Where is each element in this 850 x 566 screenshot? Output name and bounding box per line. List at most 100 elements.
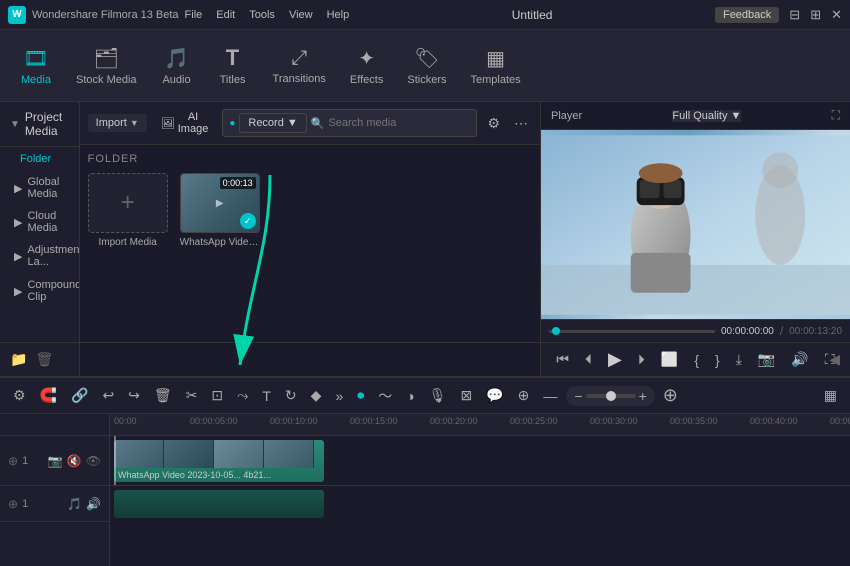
video-track-add-icon[interactable]: ⊕ — [8, 454, 18, 468]
timeline-area: ⚙ 🧲 🔗 ↩ ↪ 🗑 ✂ ⊡ ⤳ T ↻ ◆ » ⏺ 〜 ◑ 🎙 ⊠ 💬 ⊕ … — [0, 376, 850, 566]
global-media-label: Global Media — [27, 176, 68, 200]
audio-waveform-icon[interactable]: 〜 — [373, 384, 397, 408]
audio-track-volume-icon[interactable]: 🔊 — [86, 497, 101, 511]
app-title: Wondershare Filmora 13 Beta — [32, 9, 179, 21]
import-plus-icon: + — [121, 189, 135, 217]
record-button[interactable]: Record ▼ — [239, 113, 306, 133]
undo-icon[interactable]: ↩ — [97, 385, 119, 406]
left-panel: ▼ Project Media Folder ▶ Global Media ▶ … — [0, 102, 80, 376]
transition-timeline-icon[interactable]: ⊠ — [455, 385, 477, 406]
video-clip[interactable]: WhatsApp Video 2023-10-05... 4b21... — [114, 440, 324, 482]
timeline-tracks-right: 00:00 00:00:05:00 00:00:10:00 00:00:15:0… — [110, 414, 850, 566]
toolbar-templates[interactable]: ▦ Templates — [460, 40, 530, 92]
video-track-camera-icon[interactable]: 📷 — [48, 454, 63, 468]
quality-selector[interactable]: Full Quality ▼ — [672, 110, 741, 122]
crop-icon[interactable]: ⊡ — [206, 385, 228, 406]
audio-track-add-icon[interactable]: ⊕ — [8, 497, 18, 511]
toolbar-media-label: Media — [21, 74, 51, 86]
clip-label: WhatsApp Video 2023-10-05... 4b21... — [118, 470, 271, 480]
ai-image-button[interactable]: 🖼 AI Image — [153, 108, 217, 138]
toolbar-effects[interactable]: ✦ Effects — [340, 40, 393, 92]
zoom-in-icon[interactable]: + — [639, 388, 647, 404]
import-button[interactable]: Import ▼ — [88, 114, 147, 132]
ripple-icon[interactable]: ⤳ — [232, 385, 253, 406]
motion-icon[interactable]: ⊕ — [513, 385, 535, 406]
sidebar-item-folder[interactable]: Folder — [0, 147, 79, 171]
sidebar-item-global-media[interactable]: ▶ Global Media — [0, 171, 79, 205]
redo-icon[interactable]: ↪ — [123, 385, 145, 406]
search-input[interactable] — [328, 117, 470, 129]
sidebar-item-cloud-media[interactable]: ▶ Cloud Media — [0, 205, 79, 239]
toolbar-stickers[interactable]: 🏷 Stickers — [397, 40, 456, 92]
app-logo: W — [8, 6, 26, 24]
delete-icon[interactable]: 🗑 — [35, 351, 53, 368]
title-bar: W Wondershare Filmora 13 Beta File Edit … — [0, 0, 850, 30]
zoom-out-icon[interactable]: − — [574, 388, 582, 404]
ai-image-icon: 🖼 — [161, 117, 175, 130]
close-icon[interactable]: ✕ — [831, 7, 842, 23]
global-media-arrow-icon: ▶ — [14, 182, 22, 195]
split-icon[interactable]: ✂ — [181, 385, 203, 406]
minus-icon[interactable]: — — [538, 386, 562, 406]
magnetic-snap-icon[interactable]: 🧲 — [35, 385, 62, 406]
project-media-header[interactable]: ▼ Project Media — [0, 102, 79, 147]
timeline-track-labels: ⊕ 1 📷 🔇 👁 ⊕ 1 🎵 🔊 — [0, 414, 110, 566]
menu-tools[interactable]: Tools — [249, 9, 275, 21]
color-grading-icon[interactable]: ◑ — [401, 386, 419, 406]
text-tool-icon[interactable]: T — [257, 386, 276, 406]
sidebar-item-compound-clip[interactable]: ▶ Compound Clip ! — [0, 273, 79, 309]
zoom-control: − + — [566, 386, 654, 406]
expand-arrow-icon: ▼ — [10, 119, 20, 130]
playhead-slider[interactable] — [549, 330, 715, 333]
toolbar-media[interactable]: 🎞 Media — [10, 40, 62, 92]
subtitle-icon[interactable]: 💬 — [481, 385, 508, 406]
vr-scene — [541, 130, 850, 319]
title-bar-left: W Wondershare Filmora 13 Beta File Edit … — [8, 6, 349, 24]
clip-thumb-2 — [164, 440, 214, 468]
toolbar-titles[interactable]: T Titles — [207, 39, 259, 92]
audio-track-music-icon[interactable]: 🎵 — [67, 497, 82, 511]
import-media-item[interactable]: + Import Media — [88, 173, 168, 248]
menu-help[interactable]: Help — [327, 9, 350, 21]
player-expand-icon[interactable]: ⛶ — [832, 108, 840, 123]
menu-edit[interactable]: Edit — [216, 9, 235, 21]
toolbar-transitions[interactable]: ⤢ Transitions — [263, 41, 336, 91]
link-icon[interactable]: 🔗 — [66, 385, 93, 406]
audio-clip[interactable] — [114, 490, 324, 518]
ruler-mark-2: 00:00:10:00 — [270, 416, 318, 426]
video-track-mute-icon[interactable]: 🔇 — [67, 454, 82, 468]
time-controls: 00:00:00:00 / 00:00:13:20 — [541, 319, 850, 342]
add-track-icon[interactable]: ⊕ — [663, 385, 678, 406]
audio-mix-icon[interactable]: 🎙 — [424, 385, 452, 406]
sidebar-item-adjustment[interactable]: ▶ Adjustment La... — [0, 239, 79, 273]
toolbar-audio[interactable]: 🎵 Audio — [151, 40, 203, 92]
media-icon: 🎞 — [23, 46, 48, 71]
time-separator: / — [780, 324, 783, 338]
timeline-layout-icon[interactable]: ▦ — [819, 385, 842, 406]
panel-bottom-controls: 📁 🗑 ◀ — [0, 342, 80, 376]
menu-file[interactable]: File — [185, 9, 203, 21]
zoom-bar[interactable] — [586, 394, 636, 398]
filter-icon[interactable]: ⚙ — [483, 113, 504, 134]
more-options-icon[interactable]: ⋯ — [510, 113, 532, 134]
rotate-icon[interactable]: ↻ — [280, 385, 302, 406]
whatsapp-video-item[interactable]: ▶ 0:00:13 ✓ WhatsApp Video 2023-10-05... — [180, 173, 260, 248]
zoom-handle — [606, 391, 616, 401]
more-timeline-icon[interactable]: » — [330, 386, 348, 406]
delete-clip-icon[interactable]: 🗑 — [149, 385, 177, 406]
folder-section-label: FOLDER — [88, 153, 532, 165]
menu-view[interactable]: View — [289, 9, 313, 21]
feedback-button[interactable]: Feedback — [715, 7, 779, 23]
ruler-mark-4: 00:00:20:00 — [430, 416, 478, 426]
maximize-icon[interactable]: ⊞ — [810, 7, 821, 23]
video-track-eye-icon[interactable]: 👁 — [86, 454, 101, 468]
keyframe-icon[interactable]: ◆ — [306, 385, 327, 406]
timeline-settings-icon[interactable]: ⚙ — [8, 385, 31, 406]
window-title: Untitled — [512, 8, 553, 22]
toolbar-stock-media[interactable]: 🗂 Stock Media — [66, 40, 147, 92]
project-media-title: Project Media — [25, 110, 69, 138]
new-folder-icon[interactable]: 📁 — [10, 351, 27, 368]
record-timeline-icon[interactable]: ⏺ — [352, 385, 369, 406]
compound-clip-label: Compound Clip — [27, 279, 79, 303]
minimize-icon[interactable]: ⊟ — [789, 7, 800, 23]
